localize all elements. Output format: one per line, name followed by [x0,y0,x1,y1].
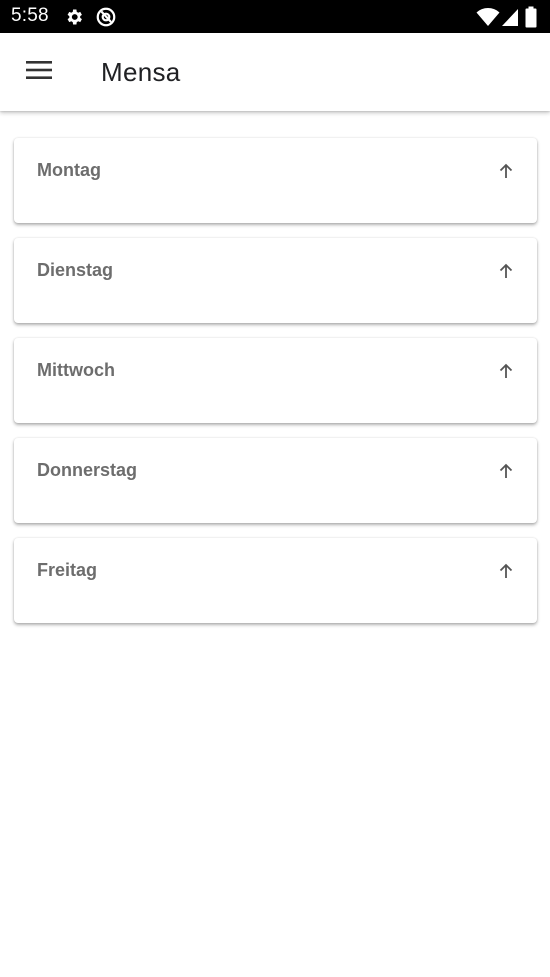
signal-icon [501,0,519,33]
expand-button[interactable] [495,260,517,282]
expand-button[interactable] [495,560,517,582]
day-card-mittwoch[interactable]: Mittwoch [14,338,537,423]
app-bar: Mensa [0,33,550,111]
page-title: Mensa [101,57,181,87]
day-card-freitag[interactable]: Freitag [14,538,537,623]
wifi-icon [476,0,500,33]
day-card-montag[interactable]: Montag [14,138,537,223]
arrow-up-icon [499,163,513,178]
hamburger-menu-icon [26,60,52,85]
expand-button[interactable] [495,360,517,382]
day-card-donnerstag[interactable]: Donnerstag [14,438,537,523]
arrow-up-icon [499,563,513,578]
day-label: Montag [37,160,101,180]
day-label: Mittwoch [37,360,115,380]
day-label: Dienstag [37,260,114,280]
day-label: Donnerstag [37,460,138,480]
gear-icon [64,0,84,33]
arrow-up-icon [499,263,513,278]
menu-button[interactable] [14,49,64,95]
status-time: 5:58 [11,5,49,26]
day-label: Freitag [37,560,98,580]
arrow-up-icon [499,463,513,478]
expand-button[interactable] [495,460,517,482]
day-card-dienstag[interactable]: Dienstag [14,238,537,323]
status-bar: 5:58 [0,0,550,33]
at-sign-icon [95,0,117,33]
expand-button[interactable] [495,160,517,182]
arrow-up-icon [499,363,513,378]
battery-icon [525,0,537,33]
day-list: Montag Dienstag Mittwoch Donnerstag Frei… [14,138,537,638]
